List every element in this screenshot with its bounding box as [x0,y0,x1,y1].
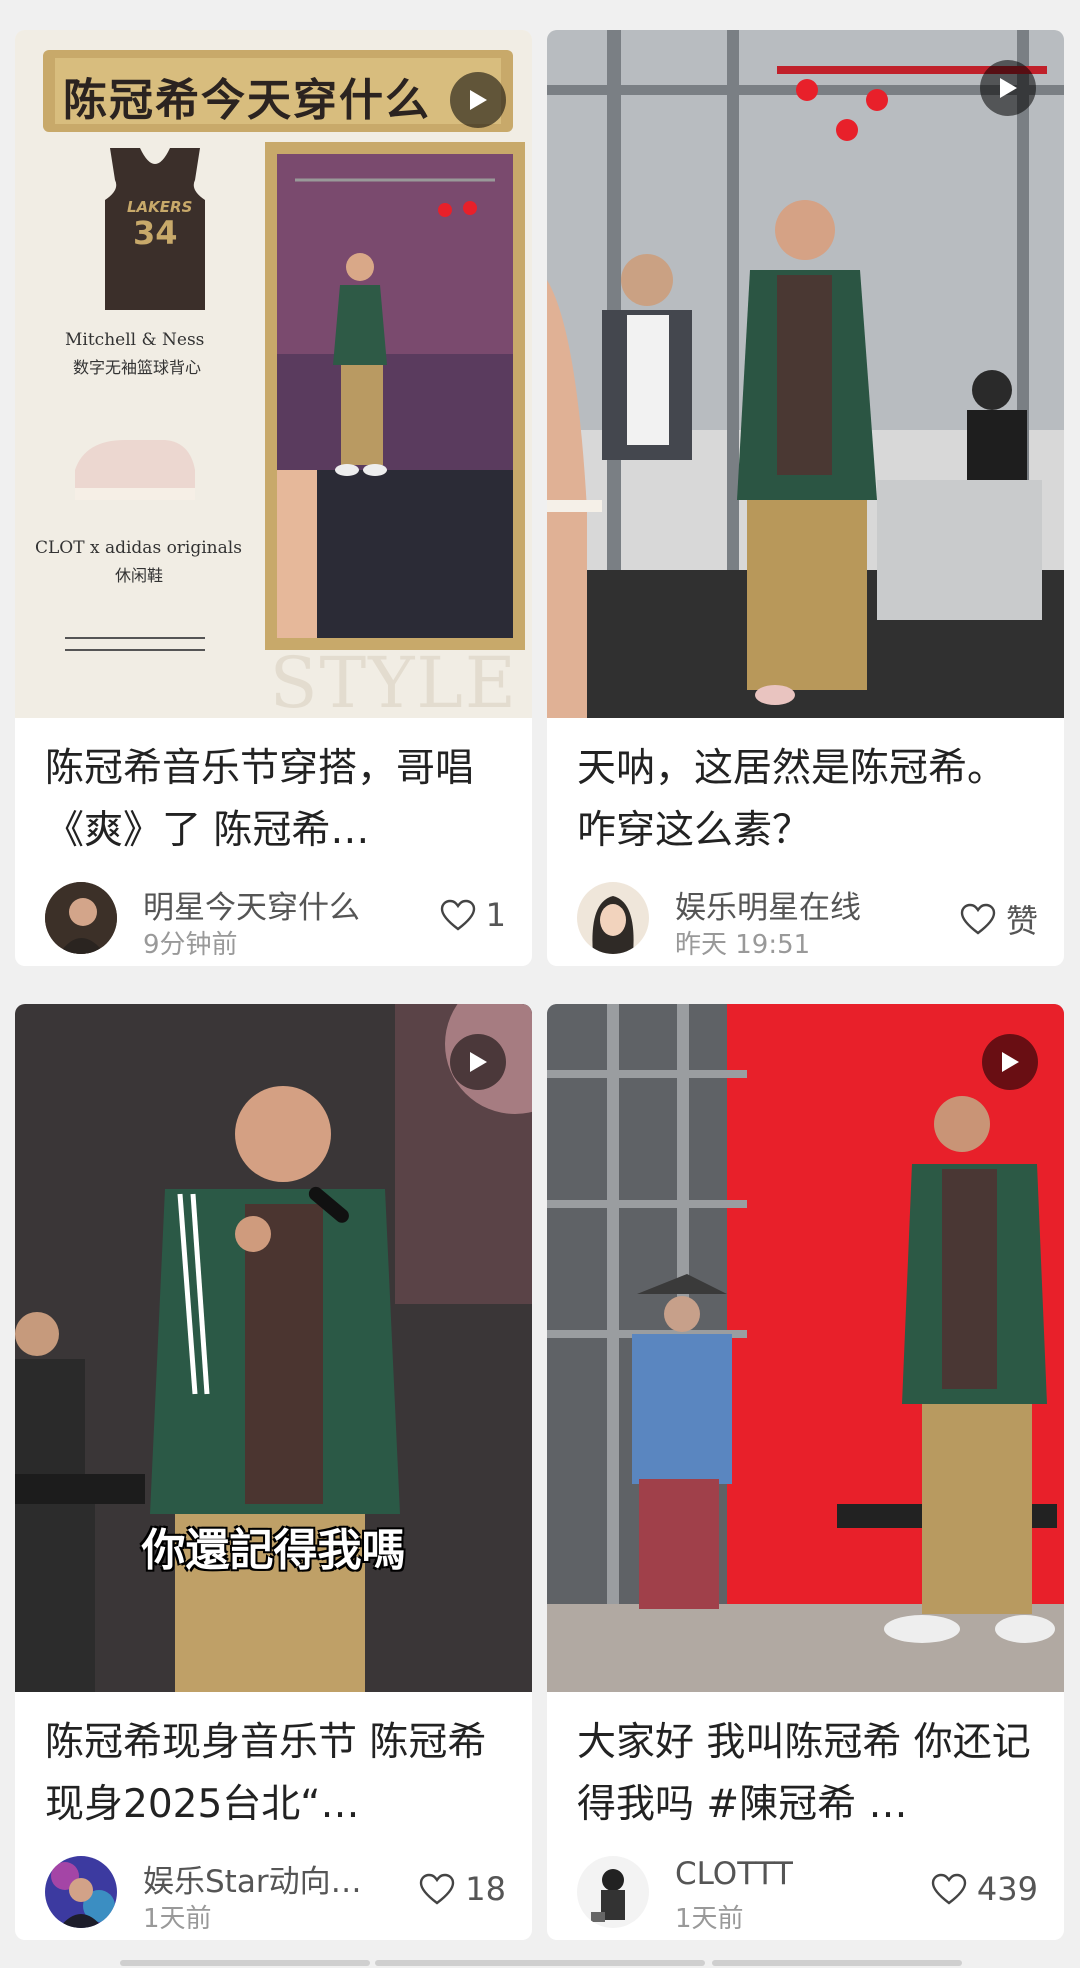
post-card[interactable]: 天呐，这居然是陈冠希。咋穿这么素？ 娱乐明星在线 昨天 19:51 赞 [547,30,1064,966]
post-card[interactable]: 大家好 我叫陈冠希 你还记得我吗 #陳冠希 … CLOTTT 1天前 439 [547,1004,1064,1940]
post-time: 1天前 [143,1904,212,1934]
avatar-image [45,882,117,954]
scroll-indicator [375,1960,705,1966]
like-count: 18 [465,1870,506,1908]
author-name[interactable]: CLOTTT [675,1856,793,1892]
post-meta: 娱乐明星在线 昨天 19:51 赞 [547,866,1064,966]
item2-desc: 休闲鞋 [115,566,164,585]
play-icon [470,1052,487,1072]
author-name[interactable]: 明星今天穿什么 [143,882,360,927]
item1-desc: 数字无袖篮球背心 [73,358,202,377]
like-button[interactable]: 1 [440,896,506,934]
post-meta: 明星今天穿什么 9分钟前 1 [15,866,532,966]
post-feed: 陈冠希今天穿什么 LAKERS 34 Mitchell & Ness 数字无袖篮… [0,0,1080,1968]
post-card[interactable]: 陈冠希今天穿什么 LAKERS 34 Mitchell & Ness 数字无袖篮… [15,30,532,966]
play-button[interactable] [980,60,1036,116]
like-button[interactable]: 赞 [960,896,1038,942]
play-icon [470,90,487,110]
post-thumbnail[interactable]: 陈冠希今天穿什么 LAKERS 34 Mitchell & Ness 数字无袖篮… [15,30,532,718]
video-subtitle: 你還記得我嗎 [141,1525,406,1576]
post-meta: 娱乐Star动向… 1天前 18 [15,1840,532,1940]
avatar-image [577,882,649,954]
avatar[interactable] [45,1856,117,1928]
post-thumbnail[interactable]: 你還記得我嗎 [15,1004,532,1692]
heart-outline-icon [440,899,475,931]
post-caption[interactable]: 天呐，这居然是陈冠希。咋穿这么素？ [547,718,1064,866]
post-thumbnail[interactable] [547,30,1064,718]
avatar[interactable] [45,882,117,954]
post-thumbnail[interactable] [547,1004,1064,1692]
avatar-image [45,1856,117,1928]
heart-outline-icon [420,1873,455,1905]
poster-watermark: STYLE [269,642,518,718]
post-card[interactable]: 你還記得我嗎 陈冠希现身音乐节 陈冠希现身2025台北“… 娱乐Star动向… … [15,1004,532,1940]
poster-title: 陈冠希今天穿什么 [63,75,431,126]
play-button[interactable] [450,1034,506,1090]
post-caption[interactable]: 陈冠希现身音乐节 陈冠希现身2025台北“… [15,1692,532,1840]
avatar[interactable] [577,882,649,954]
scroll-indicator [712,1960,962,1966]
post-caption[interactable]: 大家好 我叫陈冠希 你还记得我吗 #陳冠希 … [547,1692,1064,1840]
author-name[interactable]: 娱乐Star动向… [143,1856,362,1901]
post-time: 昨天 19:51 [675,930,811,960]
avatar-image [577,1856,649,1928]
item2-brand: CLOT x adidas originals [35,538,242,558]
play-icon [1000,78,1017,98]
avatar[interactable] [577,1856,649,1928]
like-button[interactable]: 18 [419,1870,506,1908]
author-name[interactable]: 娱乐明星在线 [675,882,861,927]
like-count: 赞 [1005,902,1038,940]
like-count: 1 [485,896,506,934]
post-time: 1天前 [675,1904,744,1934]
post-meta: CLOTTT 1天前 439 [547,1840,1064,1940]
concert-photo [15,1004,532,1692]
concert-photo [547,1004,1064,1692]
post-time: 9分钟前 [143,930,238,960]
play-button[interactable] [450,72,506,128]
jersey-number: 34 [133,214,178,252]
play-icon [1002,1052,1019,1072]
heart-outline-icon [960,903,996,935]
like-button[interactable]: 439 [931,1870,1038,1908]
item1-brand: Mitchell & Ness [65,330,205,350]
heart-outline-icon [931,1873,967,1905]
like-count: 439 [976,1870,1038,1908]
play-button[interactable] [982,1034,1038,1090]
post-caption[interactable]: 陈冠希音乐节穿搭，哥唱《爽》了 陈冠希… [15,718,532,866]
scroll-indicator [120,1960,370,1966]
concert-photo [547,30,1064,718]
